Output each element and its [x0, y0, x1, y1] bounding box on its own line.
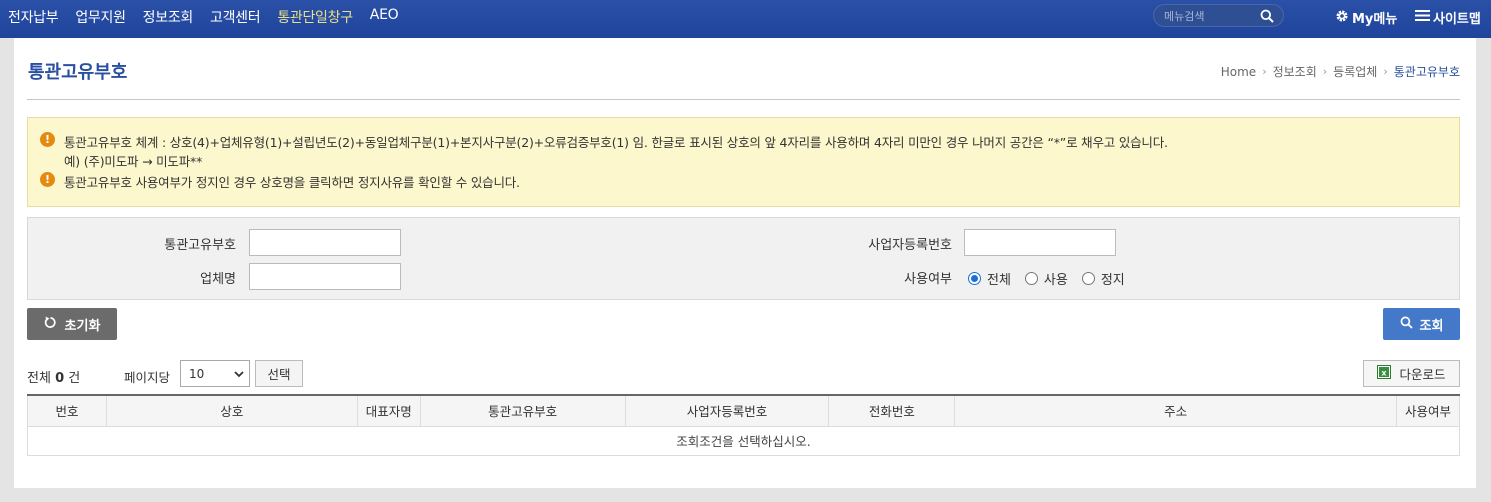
total-prefix: 전체	[27, 371, 51, 386]
refresh-icon	[44, 316, 57, 333]
divider	[27, 99, 1460, 100]
empty-message: 조회조건을 선택하십시오.	[676, 434, 811, 449]
usage-radio-all[interactable]	[968, 272, 981, 285]
company-name-label: 업체명	[200, 272, 236, 287]
nav-item-customer-center[interactable]: 고객센터	[210, 7, 261, 27]
svg-text:x: x	[1382, 368, 1388, 377]
notice-line-1: 통관고유부호 체계 : 상호(4)+업체유형(1)+설립년도(2)+동일업체구분…	[64, 135, 1168, 150]
exclamation-icon: !	[40, 132, 55, 147]
nav-item-aeo[interactable]: AEO	[370, 7, 399, 27]
nav-item-business-support[interactable]: 업무지원	[75, 7, 126, 27]
breadcrumb: Home › 정보조회 › 등록업체 › 통관고유부호	[1221, 63, 1460, 80]
per-page-select[interactable]: 10	[180, 360, 250, 387]
notice-box: ! 통관고유부호 체계 : 상호(4)+업체유형(1)+설립년도(2)+동일업체…	[27, 117, 1460, 207]
hamburger-icon	[1415, 9, 1430, 26]
chevron-right-icon: ›	[1322, 65, 1328, 78]
usage-option-active-label: 사용	[1043, 273, 1068, 288]
breadcrumb-info-inquiry[interactable]: 정보조회	[1273, 63, 1317, 80]
chevron-right-icon: ›	[1262, 65, 1267, 78]
menu-search-box	[1153, 4, 1284, 27]
per-page-apply-button[interactable]: 선택	[255, 360, 303, 387]
column-header: 전화번호	[828, 395, 955, 427]
usage-radio-suspended[interactable]	[1081, 272, 1095, 285]
column-header: 대표자명	[356, 395, 421, 427]
total-suffix: 건	[68, 371, 81, 386]
business-registration-input[interactable]	[964, 229, 1116, 256]
column-header: 번호	[27, 395, 107, 427]
search-button[interactable]: 조회	[1383, 308, 1460, 340]
reset-button[interactable]: 초기화	[27, 308, 117, 340]
download-label: 다운로드	[1399, 367, 1446, 382]
total-count-value: 0	[55, 371, 65, 386]
results-table: 번호 상호 대표자명 통관고유부호 사업자등록번호 전화번호 주소 사용여부 조…	[27, 394, 1460, 456]
breadcrumb-registered-company[interactable]: 등록업체	[1333, 63, 1377, 80]
usage-radio-active[interactable]	[1024, 272, 1038, 285]
nav-item-info-inquiry[interactable]: 정보조회	[143, 7, 194, 27]
table-header-row: 번호 상호 대표자명 통관고유부호 사업자등록번호 전화번호 주소 사용여부	[27, 395, 1460, 427]
download-button[interactable]: x 다운로드	[1363, 360, 1460, 387]
excel-icon: x	[1377, 365, 1392, 382]
business-registration-label: 사업자등록번호	[868, 238, 952, 253]
top-navigation-bar: 전자납부 업무지원 정보조회 고객센터 통관단일창구 AEO My메뉴 사이트맵	[0, 0, 1491, 38]
exclamation-icon: !	[40, 172, 55, 187]
content-panel: 통관고유부호 Home › 정보조회 › 등록업체 › 통관고유부호 ! 통관고…	[14, 38, 1476, 488]
mymenu-button[interactable]: My메뉴	[1335, 8, 1397, 27]
search-form: 통관고유부호 업체명 사업자등록번호 사용여부 전체 사용 정지	[27, 217, 1460, 300]
breadcrumb-current: 통관고유부호	[1393, 65, 1460, 79]
gear-icon	[1335, 9, 1349, 27]
company-name-input[interactable]	[249, 263, 401, 290]
notice-line-2: 통관고유부호 사용여부가 정지인 경우 상호명을 클릭하면 정지사유를 확인할 …	[64, 175, 520, 190]
column-header: 주소	[954, 395, 1397, 427]
usage-status-radio-group: 전체 사용 정지	[968, 269, 1133, 288]
column-header: 사용여부	[1395, 395, 1460, 427]
search-label: 조회	[1419, 318, 1444, 334]
total-count: 전체 0 건	[27, 367, 80, 386]
page-title: 통관고유부호	[28, 62, 128, 83]
nav-item-electronic-payment[interactable]: 전자납부	[8, 7, 59, 27]
usage-status-label: 사용여부	[904, 272, 952, 287]
column-header: 사업자등록번호	[624, 395, 829, 427]
nav-item-single-window[interactable]: 통관단일창구	[277, 7, 353, 27]
notice-example: 예) (주)미도파 → 미도파**	[64, 154, 203, 169]
column-header: 상호	[105, 395, 358, 427]
table-row: 조회조건을 선택하십시오.	[28, 426, 1460, 455]
per-page-label: 페이지당	[124, 370, 171, 385]
breadcrumb-home[interactable]: Home	[1221, 65, 1256, 79]
customs-code-label: 통관고유부호	[164, 238, 236, 253]
chevron-right-icon: ›	[1383, 65, 1388, 78]
usage-option-suspended-label: 정지	[1100, 273, 1125, 288]
menu-search-input[interactable]	[1164, 8, 1259, 24]
reset-label: 초기화	[64, 318, 101, 334]
search-icon	[1400, 316, 1413, 333]
column-header: 통관고유부호	[419, 395, 626, 427]
sitemap-label: 사이트맵	[1433, 12, 1481, 27]
customs-code-input[interactable]	[249, 229, 401, 256]
usage-option-all-label: 전체	[987, 273, 1011, 288]
sitemap-button[interactable]: 사이트맵	[1415, 8, 1481, 27]
per-page-value: 10	[189, 367, 205, 381]
mymenu-label: My메뉴	[1352, 12, 1398, 27]
main-menu: 전자납부 업무지원 정보조회 고객센터 통관단일창구 AEO	[8, 7, 399, 27]
search-icon[interactable]	[1260, 9, 1274, 27]
chevron-down-icon	[234, 368, 244, 382]
